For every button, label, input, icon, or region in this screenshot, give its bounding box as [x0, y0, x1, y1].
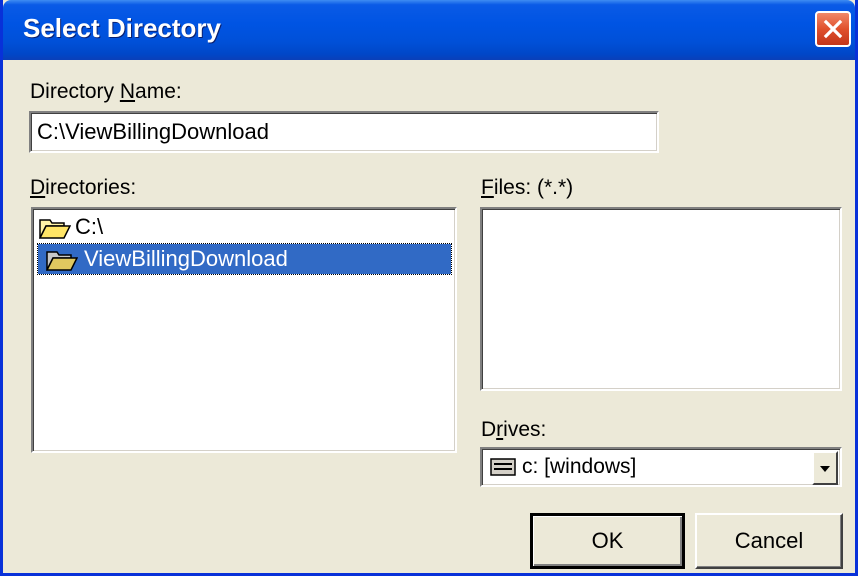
dialog-title: Select Directory	[23, 13, 221, 43]
chevron-down-icon	[820, 466, 830, 472]
open-folder-icon	[39, 219, 71, 239]
close-icon	[823, 19, 843, 39]
list-item[interactable]: C:\	[37, 212, 337, 242]
list-item[interactable]: ViewBillingDownload	[37, 243, 452, 275]
directory-name-input[interactable]: C:\ViewBillingDownload	[29, 111, 659, 153]
directory-name-label: Directory Name:	[30, 80, 182, 103]
select-directory-dialog: Select Directory Directory Name: C:\View…	[0, 0, 858, 576]
drives-dropdown[interactable]: c: [windows]	[480, 447, 842, 487]
files-label: Files: (*.*)	[481, 176, 574, 199]
drives-dropdown-button[interactable]	[812, 451, 838, 485]
files-list[interactable]	[480, 207, 842, 391]
cancel-button[interactable]: Cancel	[695, 513, 843, 569]
title-bar[interactable]: Select Directory	[3, 0, 855, 60]
directories-label: Directories:	[30, 176, 137, 199]
close-button[interactable]	[815, 11, 851, 47]
ok-button[interactable]: OK	[530, 513, 685, 569]
drive-icon	[490, 458, 516, 476]
drives-label: Drives:	[481, 418, 547, 441]
drives-selected-value: c: [windows]	[522, 455, 637, 478]
open-folder-icon	[46, 251, 78, 271]
directories-list[interactable]: C:\ ViewBillingDownload	[31, 207, 457, 453]
